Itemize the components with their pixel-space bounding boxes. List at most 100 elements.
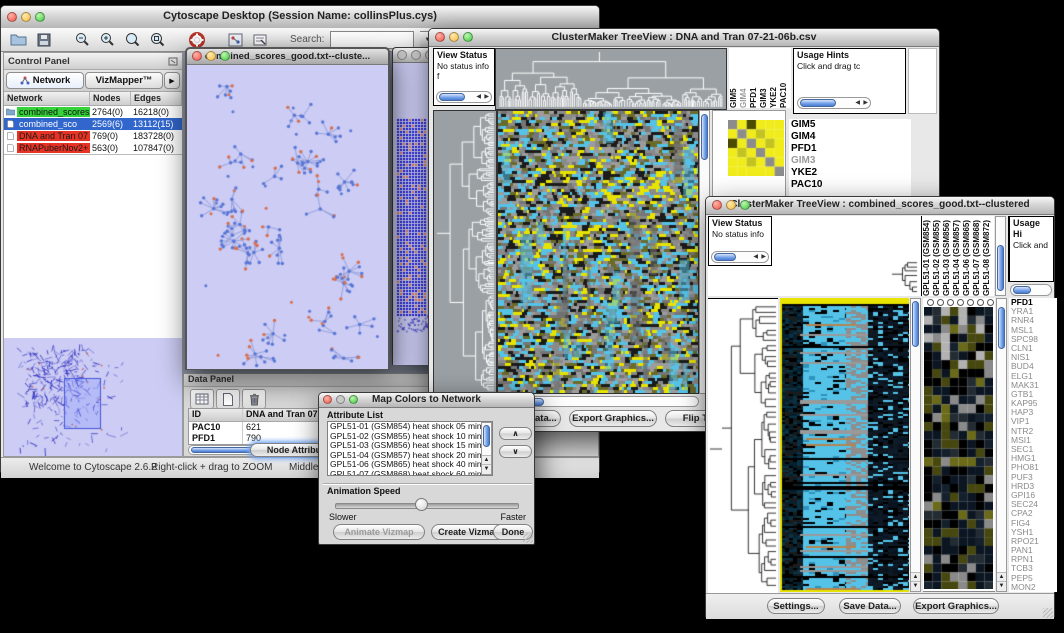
- close-button[interactable]: [712, 200, 722, 210]
- select-attributes-icon[interactable]: [190, 389, 214, 409]
- column-label[interactable]: YKE2: [769, 48, 779, 108]
- birdseye-view-icon[interactable]: [226, 31, 245, 49]
- tab-network[interactable]: Network: [6, 72, 84, 89]
- birdseye-overview[interactable]: [4, 338, 182, 456]
- column-label[interactable]: GIM4: [739, 48, 749, 108]
- resize-grip[interactable]: [1043, 608, 1053, 618]
- annotation-icon[interactable]: [251, 31, 270, 49]
- search-input[interactable]: [330, 31, 414, 49]
- help-lifering-icon[interactable]: [187, 31, 206, 49]
- gene-label[interactable]: MON2: [1011, 583, 1057, 592]
- save-data-button[interactable]: Save Data...: [839, 598, 901, 614]
- zoom-button[interactable]: [740, 200, 750, 210]
- scroll-down-icon[interactable]: ▼: [911, 581, 920, 591]
- column-label[interactable]: GPL51-04 (GSM857): [952, 216, 962, 296]
- column-label[interactable]: GIM3: [759, 48, 769, 108]
- move-up-button[interactable]: ∧: [499, 427, 532, 440]
- view-status-scrollbar[interactable]: ◀ ▶: [436, 91, 492, 103]
- zoom-button[interactable]: [349, 395, 358, 404]
- zoom-in-icon[interactable]: [98, 31, 117, 49]
- save-icon[interactable]: [34, 31, 53, 49]
- scroll-left-icon[interactable]: ◀: [855, 100, 860, 107]
- zoom-fit-icon[interactable]: [123, 31, 142, 49]
- main-titlebar[interactable]: Cytoscape Desktop (Session Name: collins…: [1, 6, 599, 29]
- table-row-selected[interactable]: combined_sco 2569(6) 13112(15): [4, 118, 182, 130]
- table-row[interactable]: combined_scores 2764(0) 16218(0): [4, 106, 182, 118]
- export-graphics-button[interactable]: Export Graphics...: [569, 410, 657, 427]
- network-canvas-1[interactable]: [187, 65, 388, 369]
- treeview2-heatmap-vscrollbar[interactable]: ▲ ▼: [910, 298, 921, 592]
- zoom-button[interactable]: [463, 32, 473, 42]
- float-panel-icon[interactable]: [168, 57, 178, 66]
- column-label[interactable]: PAC10: [779, 48, 789, 108]
- usage-hints-scrollbar[interactable]: [1010, 284, 1052, 296]
- minimize-button[interactable]: [336, 395, 345, 404]
- treeview2-zoom-heatmap[interactable]: [924, 307, 993, 589]
- col-edges[interactable]: Edges: [131, 92, 182, 105]
- minimize-button[interactable]: [206, 51, 216, 61]
- column-label[interactable]: PFD1: [749, 48, 759, 108]
- minimize-button[interactable]: [449, 32, 459, 42]
- scroll-right-icon[interactable]: ▶: [863, 100, 868, 107]
- gene-label[interactable]: GIM4: [791, 131, 911, 143]
- treeview1-titlebar[interactable]: ClusterMaker TreeView : DNA and Tran 07-…: [429, 29, 939, 47]
- column-label[interactable]: GIM5: [729, 48, 739, 108]
- resize-grip[interactable]: [523, 533, 533, 543]
- gene-label[interactable]: PFD1: [791, 143, 911, 155]
- gene-label[interactable]: YKE2: [791, 167, 911, 179]
- zoom-button[interactable]: [220, 51, 230, 61]
- treeview1-heatmap[interactable]: [497, 110, 699, 394]
- treeview2-zoom-panel[interactable]: [923, 298, 995, 592]
- treeview1-row-dendrogram[interactable]: [433, 110, 497, 394]
- move-down-button[interactable]: ∨: [499, 445, 532, 458]
- col-network[interactable]: Network: [4, 92, 90, 105]
- scroll-down-icon[interactable]: ▼: [482, 464, 491, 474]
- new-attribute-icon[interactable]: [216, 389, 240, 409]
- export-graphics-button[interactable]: Export Graphics...: [913, 598, 999, 614]
- scroll-left-icon[interactable]: ◀: [476, 94, 481, 101]
- col-nodes[interactable]: Nodes: [90, 92, 131, 105]
- treeview2-row-dendrogram[interactable]: [708, 298, 778, 593]
- close-button[interactable]: [192, 51, 202, 61]
- minimize-button[interactable]: [726, 200, 736, 210]
- animation-slider-thumb[interactable]: [415, 498, 428, 511]
- tab-vizmapper[interactable]: VizMapper™: [85, 72, 163, 89]
- column-label[interactable]: GPL51-01 (GSM854): [922, 216, 932, 296]
- open-file-icon[interactable]: [9, 31, 28, 49]
- col-id[interactable]: ID: [189, 409, 243, 421]
- zoom-selected-icon[interactable]: [148, 31, 167, 49]
- treeview1-zoom-matrix[interactable]: [728, 120, 784, 176]
- usage-hints-scrollbar[interactable]: ◀ ▶: [797, 97, 871, 109]
- close-button[interactable]: [323, 395, 332, 404]
- column-label[interactable]: GPL51-08 (GSM872): [982, 216, 992, 296]
- close-button[interactable]: [435, 32, 445, 42]
- treeview1-column-dendrogram[interactable]: [495, 48, 727, 110]
- column-label[interactable]: GPL51-02 (GSM855): [932, 216, 942, 296]
- treeview2-zoom-vscrollbar[interactable]: ▲ ▼: [996, 298, 1007, 592]
- close-button[interactable]: [397, 50, 407, 60]
- close-button[interactable]: [7, 12, 17, 22]
- column-label[interactable]: GPL51-07 (GSM868): [972, 216, 982, 296]
- scroll-left-icon[interactable]: ◀: [753, 254, 758, 261]
- attribute-list-scrollbar[interactable]: ▲ ▼: [481, 422, 492, 475]
- gene-label[interactable]: GIM3: [791, 155, 911, 167]
- map-dialog-titlebar[interactable]: Map Colors to Network: [319, 393, 534, 408]
- minimize-button[interactable]: [411, 50, 421, 60]
- delete-attribute-icon[interactable]: [242, 389, 266, 409]
- settings-button[interactable]: Settings...: [767, 598, 825, 614]
- view-status-scrollbar[interactable]: ◀ ▶: [711, 251, 769, 263]
- zoom-out-icon[interactable]: [73, 31, 92, 49]
- treeview2-column-dendrogram[interactable]: [774, 216, 919, 296]
- minimize-button[interactable]: [21, 12, 31, 22]
- attribute-item[interactable]: GPL51-07 (GSM868) heat shock 60 min: [328, 470, 492, 477]
- network-window-1-titlebar[interactable]: combined_scores_good.txt--cluste...: [187, 49, 388, 65]
- table-row[interactable]: RNAPuberNov2+ 563(0) 107847(0): [4, 142, 182, 154]
- treeview2-top-vscrollbar[interactable]: [995, 216, 1006, 296]
- zoom-button[interactable]: [35, 12, 45, 22]
- column-label[interactable]: GPL51-03 (GSM856): [942, 216, 952, 296]
- gene-label[interactable]: PAC10: [791, 179, 911, 191]
- treeview2-titlebar[interactable]: ClusterMaker TreeView : combined_scores_…: [706, 197, 1054, 215]
- table-row[interactable]: DNA and Tran 07 769(0) 183728(0): [4, 130, 182, 142]
- column-label[interactable]: GPL51-06 (GSM865): [962, 216, 972, 296]
- scroll-right-icon[interactable]: ▶: [484, 94, 489, 101]
